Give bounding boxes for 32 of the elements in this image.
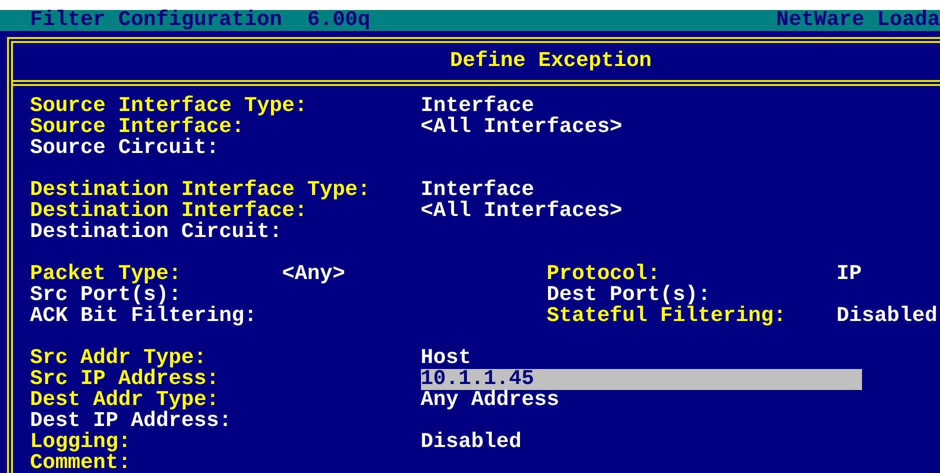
dialog-title: Define Exception: [450, 51, 652, 72]
field-label: Logging:: [30, 432, 132, 453]
field-label: Destination Interface Type:: [30, 180, 372, 201]
field-label: Source Circuit:: [30, 138, 220, 159]
field-value[interactable]: Interface: [420, 180, 862, 201]
field-label: Dest IP Address:: [30, 411, 233, 432]
field-label: Dest Port(s):: [546, 285, 710, 306]
field-label: Stateful Filtering:: [546, 306, 788, 327]
field-value[interactable]: <All Interfaces>: [420, 201, 862, 222]
field-label: Protocol:: [546, 264, 660, 285]
field-value[interactable]: <All Interfaces>: [420, 117, 862, 138]
field-label: Dest Addr Type:: [30, 390, 220, 411]
field-label: Src Port(s):: [30, 285, 182, 306]
field-label: Destination Interface:: [30, 201, 308, 222]
field-value[interactable]: Any Address: [420, 390, 862, 411]
product-name: NetWare Loada: [776, 10, 940, 31]
field-label: Comment:: [30, 453, 132, 473]
field-label: Src Addr Type:: [30, 348, 206, 369]
field-label: Source Interface:: [30, 117, 246, 138]
field-value[interactable]: Disabled: [836, 306, 938, 327]
field-value[interactable]: Disabled: [420, 432, 862, 453]
field-value[interactable]: 10.1.1.45: [420, 369, 862, 390]
field-value[interactable]: <Any>: [282, 264, 547, 285]
app-title: Filter Configuration 6.00q: [30, 10, 370, 31]
field-label: ACK Bit Filtering:: [30, 306, 258, 327]
field-label: Source Interface Type:: [30, 96, 308, 117]
field-label: Src IP Address:: [30, 369, 220, 390]
field-value[interactable]: Host: [420, 348, 862, 369]
field-label: Packet Type:: [30, 264, 182, 285]
field-value[interactable]: Interface: [420, 96, 862, 117]
field-value[interactable]: IP: [836, 264, 938, 285]
field-label: Destination Circuit:: [30, 222, 284, 243]
